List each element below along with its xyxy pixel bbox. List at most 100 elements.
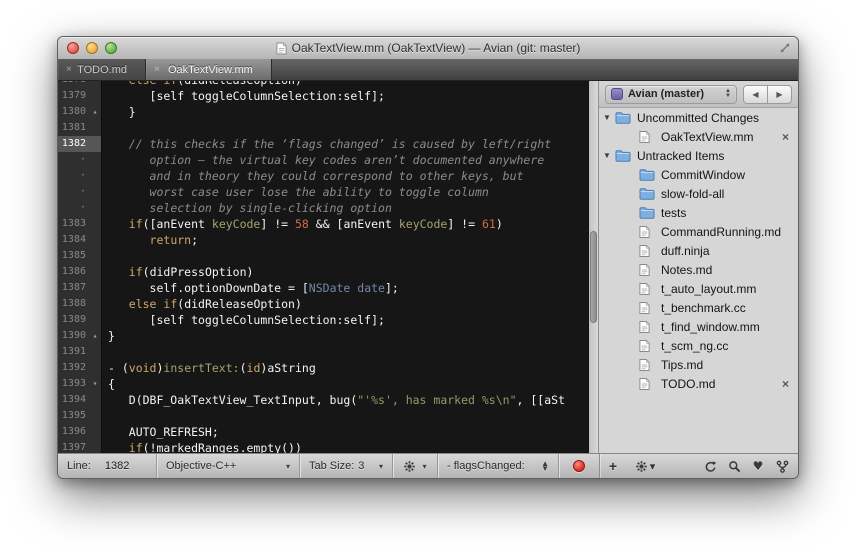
- line-number[interactable]: 1395: [58, 408, 89, 424]
- sidebar-item-t_scm_ng.cc[interactable]: t_scm_ng.cc: [599, 336, 798, 355]
- code-text[interactable]: - (void)insertText:(id)aString: [102, 360, 588, 376]
- status-bar: Line: 1382 Objective-C++ ▾ Tab Size: 3 ▾: [58, 453, 798, 478]
- code-text[interactable]: worst case user lose the ability to togg…: [102, 184, 588, 200]
- line-number[interactable]: 1392: [58, 360, 89, 376]
- scrollbar-thumb[interactable]: [590, 231, 597, 323]
- line-number[interactable]: 1397: [58, 440, 89, 453]
- line-number[interactable]: 1390: [58, 328, 89, 344]
- disclosure-triangle-icon[interactable]: ▼: [599, 151, 615, 160]
- line-number[interactable]: ·: [58, 200, 89, 216]
- code-text[interactable]: return;: [102, 232, 588, 248]
- titlebar[interactable]: OakTextView.mm (OakTextView) — Avian (gi…: [58, 37, 798, 59]
- sidebar-group-Untracked Items[interactable]: ▼Untracked Items: [599, 146, 798, 165]
- code-text[interactable]: if(!markedRanges.empty()): [102, 440, 588, 453]
- line-number[interactable]: 1389: [58, 312, 89, 328]
- editor-scrollbar[interactable]: [588, 81, 599, 453]
- line-number[interactable]: 1382: [58, 136, 89, 152]
- sidebar-item-duff.ninja[interactable]: duff.ninja: [599, 241, 798, 260]
- line-number[interactable]: 1383: [58, 216, 89, 232]
- bundle-actions-popup[interactable]: ▾: [393, 454, 437, 478]
- app-window: OakTextView.mm (OakTextView) — Avian (gi…: [57, 36, 799, 479]
- code-text[interactable]: [self toggleColumnSelection:self];: [102, 312, 588, 328]
- tab-close-icon[interactable]: ×: [154, 64, 166, 75]
- zoom-button[interactable]: [105, 42, 117, 54]
- code-text[interactable]: option — the virtual key codes aren’t do…: [102, 152, 588, 168]
- close-button[interactable]: [67, 42, 79, 54]
- sidebar-item-CommandRunning.md[interactable]: CommandRunning.md: [599, 222, 798, 241]
- add-item-button[interactable]: +: [600, 454, 626, 478]
- sidebar-item-t_benchmark.cc[interactable]: t_benchmark.cc: [599, 298, 798, 317]
- sidebar-item-t_find_window.mm[interactable]: t_find_window.mm: [599, 317, 798, 336]
- sidebar-item-CommitWindow[interactable]: CommitWindow: [599, 165, 798, 184]
- code-text[interactable]: selection by single-clicking option: [102, 200, 588, 216]
- line-number[interactable]: 1388: [58, 296, 89, 312]
- line-number[interactable]: 1379: [58, 88, 89, 104]
- code-text[interactable]: else if(didReleaseOption): [102, 296, 588, 312]
- code-editor[interactable]: 1378 else if(didReleaseOption) 1379 [self…: [58, 81, 588, 453]
- tab-close-icon[interactable]: ×: [66, 64, 75, 75]
- refresh-button[interactable]: [698, 454, 722, 478]
- minimize-button[interactable]: [86, 42, 98, 54]
- line-number[interactable]: 1381: [58, 120, 89, 136]
- sidebar-item-OakTextView.mm[interactable]: OakTextView.mm×: [599, 127, 798, 146]
- document-proxy-icon[interactable]: [276, 42, 287, 55]
- sidebar-item-slow-fold-all[interactable]: slow-fold-all: [599, 184, 798, 203]
- disclosure-triangle-icon[interactable]: ▼: [599, 113, 615, 122]
- sidebar-group-Uncommitted Changes[interactable]: ▼Uncommitted Changes: [599, 108, 798, 127]
- line-number[interactable]: 1386: [58, 264, 89, 280]
- fullscreen-icon[interactable]: [779, 42, 791, 54]
- sidebar-item-Tips.md[interactable]: Tips.md: [599, 355, 798, 374]
- code-text[interactable]: {: [102, 376, 588, 392]
- code-text[interactable]: else if(didReleaseOption): [102, 81, 588, 88]
- tab-TODO.md[interactable]: ×TODO.md: [58, 59, 146, 80]
- code-text[interactable]: and in theory they could correspond to o…: [102, 168, 588, 184]
- sidebar-item-TODO.md[interactable]: TODO.md×: [599, 374, 798, 393]
- fold-marker-icon[interactable]: ▴: [89, 328, 102, 344]
- code-text[interactable]: D(DBF_OakTextView_TextInput, bug("'%s', …: [102, 392, 588, 408]
- code-text[interactable]: }: [102, 104, 588, 120]
- symbol-popup[interactable]: - flagsChanged: ▲▼: [438, 454, 558, 478]
- forward-button[interactable]: ▶: [767, 85, 792, 104]
- line-number[interactable]: ·: [58, 184, 89, 200]
- line-number[interactable]: 1391: [58, 344, 89, 360]
- line-number[interactable]: 1394: [58, 392, 89, 408]
- project-popup[interactable]: Avian (master) ▲▼: [605, 85, 737, 104]
- code-line: 1395: [58, 408, 588, 424]
- git-branch-icon[interactable]: [770, 454, 794, 478]
- code-text[interactable]: // this checks if the ‘flags changed’ is…: [102, 136, 588, 152]
- back-button[interactable]: ◀: [743, 85, 768, 104]
- code-text[interactable]: AUTO_REFRESH;: [102, 424, 588, 440]
- line-number[interactable]: 1393: [58, 376, 89, 392]
- line-number[interactable]: 1378: [58, 81, 89, 88]
- code-text[interactable]: }: [102, 328, 588, 344]
- line-number[interactable]: 1396: [58, 424, 89, 440]
- code-text[interactable]: [102, 344, 588, 360]
- macro-record-button[interactable]: [559, 454, 599, 478]
- code-text[interactable]: [102, 408, 588, 424]
- code-text[interactable]: [102, 248, 588, 264]
- favorites-heart-icon[interactable]: ♥: [746, 454, 770, 478]
- sidebar-item-t_auto_layout.mm[interactable]: t_auto_layout.mm: [599, 279, 798, 298]
- tab-OakTextView.mm[interactable]: ×OakTextView.mm: [146, 59, 272, 80]
- code-text[interactable]: if(didPressOption): [102, 264, 588, 280]
- tab-size-popup[interactable]: Tab Size: 3 ▾: [300, 454, 392, 478]
- line-number[interactable]: 1380: [58, 104, 89, 120]
- search-icon[interactable]: [722, 454, 746, 478]
- fold-marker-icon[interactable]: ▾: [89, 376, 102, 392]
- line-number[interactable]: ·: [58, 152, 89, 168]
- sidebar-item-tests[interactable]: tests: [599, 203, 798, 222]
- code-text[interactable]: if([anEvent keyCode] != 58 && [anEvent k…: [102, 216, 588, 232]
- line-number[interactable]: 1387: [58, 280, 89, 296]
- fold-marker-icon[interactable]: ▴: [89, 104, 102, 120]
- line-number[interactable]: 1385: [58, 248, 89, 264]
- language-popup[interactable]: Objective-C++ ▾: [157, 454, 299, 478]
- line-number[interactable]: ·: [58, 168, 89, 184]
- close-file-icon[interactable]: ×: [782, 130, 789, 144]
- close-file-icon[interactable]: ×: [782, 377, 789, 391]
- code-text[interactable]: [102, 120, 588, 136]
- sidebar-actions-popup[interactable]: ▾: [627, 454, 663, 478]
- code-text[interactable]: [self toggleColumnSelection:self];: [102, 88, 588, 104]
- line-number[interactable]: 1384: [58, 232, 89, 248]
- code-text[interactable]: self.optionDownDate = [NSDate date];: [102, 280, 588, 296]
- sidebar-item-Notes.md[interactable]: Notes.md: [599, 260, 798, 279]
